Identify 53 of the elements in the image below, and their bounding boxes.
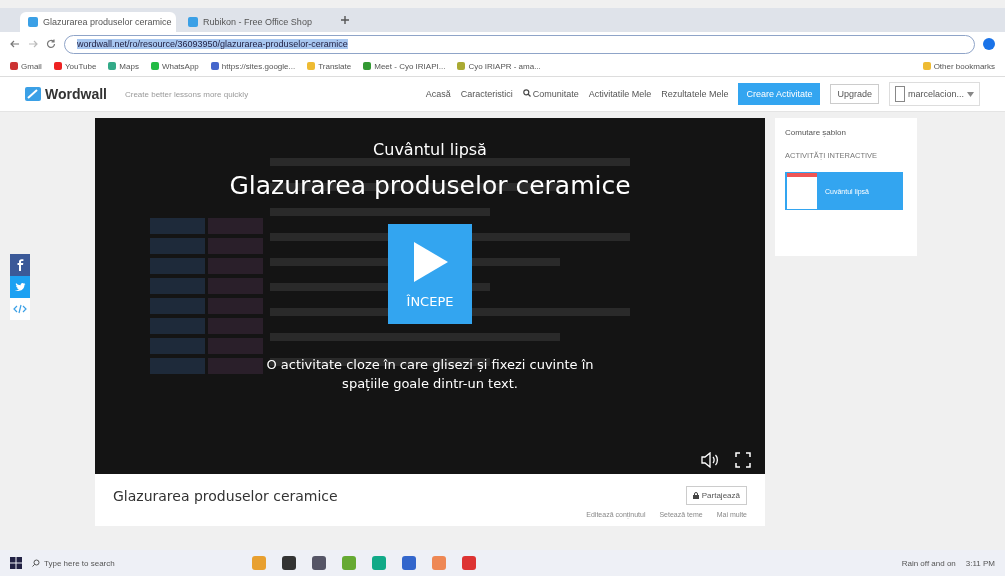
browser-tab[interactable]: Glazurarea produselor ceramice <box>20 12 176 32</box>
browser-tab[interactable]: Rubikon - Free Office Shop <box>180 12 336 32</box>
taskbar-app-icon[interactable] <box>402 556 416 570</box>
panel-title: Comutare șablon <box>785 128 847 137</box>
bookmark[interactable]: WhatsApp <box>150 61 199 71</box>
activity-description: O activitate cloze în care glisezi și fixezi cuvinte în spațiile goale dintr-un text. <box>265 356 595 393</box>
template-name: Cuvântul lipsă <box>373 140 487 159</box>
bird-share-icon[interactable] <box>10 276 30 298</box>
fullscreen-icon[interactable] <box>735 452 751 468</box>
taskbar-app-icon[interactable] <box>342 556 356 570</box>
bookmark[interactable]: Gmail <box>10 61 42 71</box>
activity-player[interactable]: Cuvântul lipsă Glazurarea produselor ceramice ÎNCEPE O activitate cloze în care glisezi și fixezi cuvinte în spațiile goale dintr-un text. <box>95 118 765 474</box>
bookmark[interactable]: Maps <box>108 61 139 71</box>
tab-favicon-icon <box>28 17 38 27</box>
taskbar-search-field[interactable]: Type here to search <box>32 558 162 568</box>
taskbar-app-icon[interactable] <box>372 556 386 570</box>
bookmark[interactable]: YouTube <box>53 61 97 71</box>
tab-favicon-icon <box>188 17 198 27</box>
reload-icon[interactable] <box>46 39 56 49</box>
nav-link[interactable]: Acasă <box>425 89 451 99</box>
taskbar-app-icon[interactable] <box>282 556 296 570</box>
nav-link[interactable]: Activitatile Mele <box>588 89 652 99</box>
nav-link[interactable]: Comunitate <box>522 89 579 99</box>
speaker-icon[interactable] <box>701 452 719 468</box>
weather-widget[interactable]: Rain off and on <box>901 558 956 568</box>
caret-icon <box>967 91 974 97</box>
forward-icon[interactable] <box>28 39 38 49</box>
facebook-share-icon[interactable] <box>10 254 30 276</box>
embed-share-icon[interactable] <box>10 298 30 320</box>
tagline: Create better lessons more quickly <box>124 89 249 99</box>
share-button[interactable]: Partajează <box>685 486 747 505</box>
activity-title: Glazurarea produselor ceramice <box>113 487 338 504</box>
upgrade-button[interactable]: Upgrade <box>830 84 879 104</box>
nav-link[interactable]: Rezultatele Mele <box>661 89 729 99</box>
bookmark[interactable]: Translate <box>307 61 352 71</box>
wordwall-logo[interactable]: Wordwall <box>25 86 107 102</box>
back-icon[interactable] <box>10 39 20 49</box>
user-menu[interactable]: marcelacion... <box>888 82 980 106</box>
bookmark[interactable]: Cyo IRIAPR - ama... <box>457 61 541 71</box>
clock[interactable]: 3:11 PM <box>965 558 995 568</box>
nav-link[interactable]: Caracteristici <box>460 89 513 99</box>
search-icon <box>522 89 531 97</box>
lock-icon <box>692 492 699 499</box>
windows-start-icon[interactable] <box>10 557 22 569</box>
new-tab-icon[interactable] <box>340 15 350 25</box>
profile-avatar-icon[interactable] <box>983 38 995 50</box>
bookmark[interactable]: https://sites.google... <box>210 61 296 71</box>
taskbar-app-icon[interactable] <box>312 556 326 570</box>
search-icon <box>32 559 40 567</box>
activity-title: Glazurarea produselor ceramice <box>229 171 631 200</box>
taskbar-app-icon[interactable] <box>462 556 476 570</box>
bookmark[interactable]: Meet - Cyo IRIAPI... <box>363 61 446 71</box>
bookmark[interactable]: Other bookmarks <box>922 61 995 71</box>
